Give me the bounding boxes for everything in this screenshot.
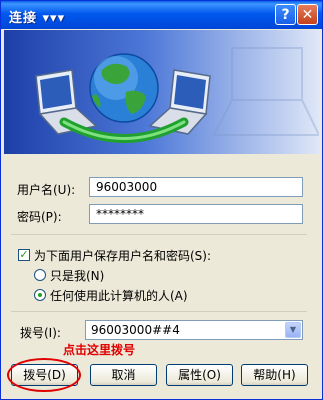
window-title: 连接 ▾▾▾: [9, 11, 66, 26]
cancel-button[interactable]: 取消: [90, 364, 157, 386]
username-label: 用户名(U):: [17, 183, 76, 197]
dial-number-select[interactable]: 96003000##4 ▼: [85, 320, 303, 340]
password-field[interactable]: ********: [89, 204, 303, 224]
divider: [11, 311, 307, 312]
dial-number-value: 96003000##4: [91, 323, 180, 337]
divider: [11, 234, 307, 235]
radio-only-me-label: 只是我(N): [50, 269, 105, 283]
save-credentials-label: 为下面用户保存用户名和密码(S):: [34, 249, 212, 263]
title-bar[interactable]: 连接 ▾▾▾ ? ✕: [1, 1, 322, 29]
annotation-oval: [7, 358, 81, 392]
help-icon[interactable]: ?: [275, 4, 296, 25]
globe-icon: [89, 53, 159, 123]
connection-banner: [4, 30, 319, 154]
connect-dialog: 连接 ▾▾▾ ? ✕ 用户名(U): 96003000 密码(P): *****…: [0, 0, 323, 400]
dial-number-label: 拨号(I):: [20, 326, 61, 340]
dropdown-arrow-icon[interactable]: ▼: [285, 322, 301, 338]
save-credentials-checkbox[interactable]: ✓: [18, 249, 30, 261]
username-field[interactable]: 96003000: [89, 177, 303, 197]
radio-anyone-label: 任何使用此计算机的人(A): [50, 289, 188, 303]
close-icon[interactable]: ✕: [297, 4, 318, 25]
properties-button[interactable]: 属性(O): [166, 364, 233, 386]
radio-anyone[interactable]: [34, 289, 46, 301]
radio-only-me[interactable]: [34, 269, 46, 281]
network-illustration: [35, 47, 319, 143]
help-button[interactable]: 帮助(H): [241, 364, 308, 386]
password-label: 密码(P):: [17, 210, 62, 224]
laptop-icon: [212, 47, 319, 136]
annotation-hint: 点击这里拨号: [63, 343, 136, 357]
